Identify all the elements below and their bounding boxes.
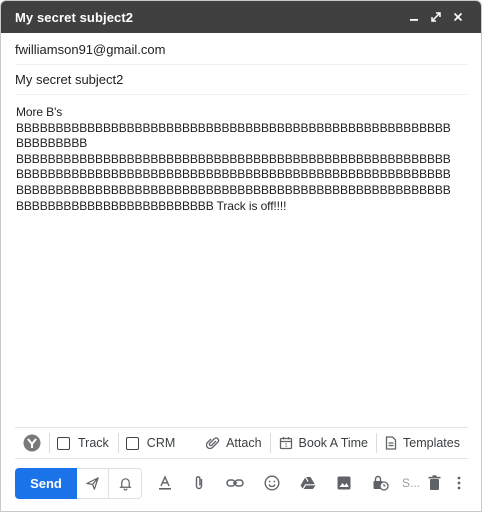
compose-title: My secret subject2: [15, 9, 134, 25]
paperclip-icon: [206, 436, 220, 450]
book-a-time-label: Book A Time: [298, 436, 369, 450]
body-line: BBBBBBBBBBBBBBBBBBBBBBBBB Track is off!!…: [16, 198, 287, 213]
link-icon[interactable]: [216, 476, 254, 490]
body-line: BBBBBBBBBBBBBBBBBBBBBBBBBBBBBBBBBBBBBBBB…: [16, 182, 451, 197]
message-body[interactable]: More B's BBBBBBBBBBBBBBBBBBBBBBBBBBBBBBB…: [16, 105, 468, 214]
recipient-address: fwilliamson91@gmail.com: [15, 42, 166, 57]
attach-label: Attach: [226, 436, 262, 450]
send-button[interactable]: Send: [15, 467, 77, 499]
close-icon[interactable]: [447, 6, 469, 28]
body-line: BBBBBBBBBBBBBBBBBBBBBBBBBBBBBBBBBBBBBBBB…: [16, 120, 451, 135]
bell-icon[interactable]: [109, 469, 141, 498]
subject-text: My secret subject2: [15, 72, 124, 87]
body-line: BBBBBBBBBBBBBBBBBBBBBBBBBBBBBBBBBBBBBBBB…: [16, 151, 451, 166]
track-label: Track: [78, 436, 109, 450]
attach-button[interactable]: Attach: [206, 428, 269, 458]
body-line: BBBBBBBBBBBBBBBBBBBBBBBBBBBBBBBBBBBBBBBB…: [16, 167, 451, 182]
trash-icon[interactable]: [424, 475, 444, 491]
body-line: More B's: [16, 105, 63, 119]
crm-toggle[interactable]: CRM: [119, 428, 206, 458]
send-options-group: [77, 467, 142, 499]
attach-file-icon[interactable]: [182, 475, 216, 491]
book-a-time-button[interactable]: 1 Book A Time: [271, 428, 376, 458]
crm-bar: Track CRM Attach 1 Book A Time Templates: [15, 427, 468, 459]
send-later-icon[interactable]: [77, 468, 109, 498]
recipient-field[interactable]: fwilliamson91@gmail.com: [15, 35, 467, 65]
more-options-icon[interactable]: [444, 476, 474, 490]
crm-label: CRM: [146, 436, 176, 450]
expand-icon[interactable]: [425, 6, 447, 28]
body-line: BBBBBBBBB: [16, 136, 88, 151]
emoji-icon[interactable]: [254, 475, 290, 491]
crm-checkbox[interactable]: [125, 436, 139, 450]
templates-button[interactable]: Templates: [377, 428, 468, 458]
confidential-mode-icon[interactable]: [362, 475, 398, 491]
document-icon: [385, 436, 397, 450]
track-checkbox[interactable]: [57, 436, 70, 450]
minimize-icon[interactable]: [403, 6, 425, 28]
text-format-icon[interactable]: [148, 475, 182, 491]
compose-window: My secret subject2 fwilliamson91@gmail.c…: [0, 0, 482, 512]
send-label: Send: [30, 475, 62, 491]
insert-photo-icon[interactable]: [326, 475, 362, 491]
templates-label: Templates: [403, 436, 460, 450]
track-toggle[interactable]: Track: [50, 428, 118, 458]
drive-icon[interactable]: [290, 476, 326, 490]
signature-label: S...: [401, 476, 420, 490]
calendar-icon: 1: [279, 436, 293, 450]
compose-toolbar: Send S...: [15, 467, 475, 499]
yesware-logo-icon[interactable]: [15, 428, 49, 458]
svg-text:1: 1: [284, 443, 287, 449]
compose-titlebar[interactable]: My secret subject2: [1, 1, 481, 33]
subject-field[interactable]: My secret subject2: [15, 65, 467, 95]
signature-button[interactable]: S...: [398, 476, 424, 490]
